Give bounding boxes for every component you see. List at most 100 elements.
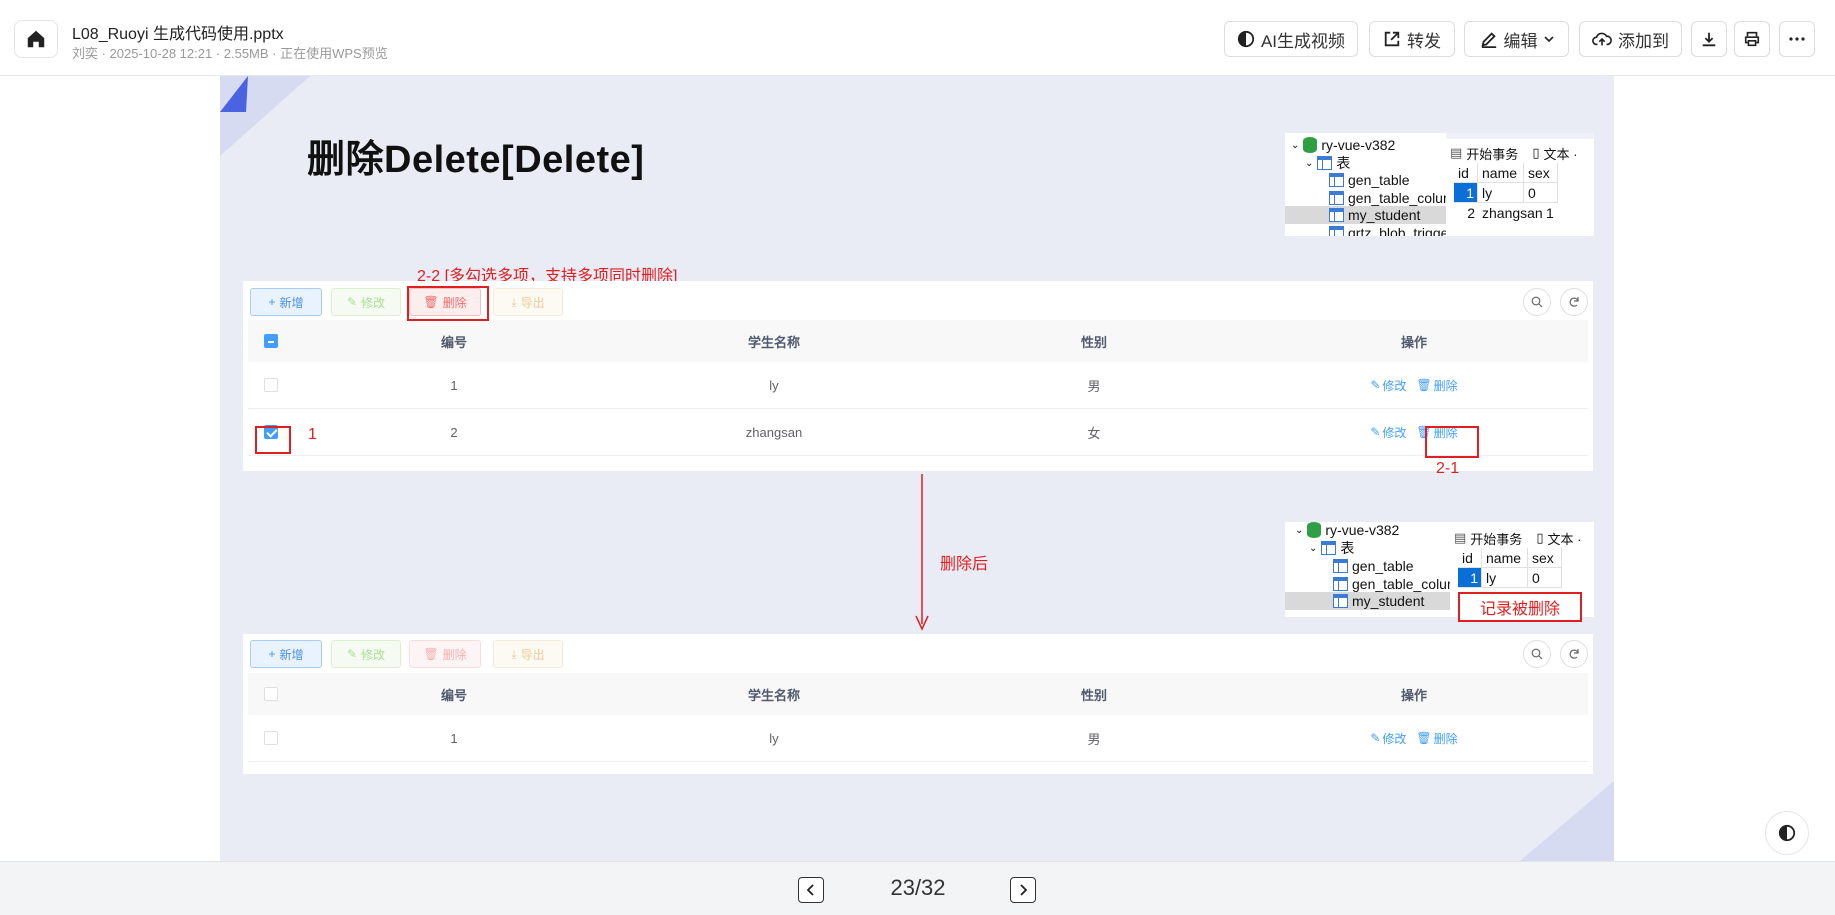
ai-video-button[interactable]: AI生成视频 xyxy=(1224,21,1358,57)
delete-label: 删除 xyxy=(442,647,467,662)
more-button[interactable] xyxy=(1779,21,1815,57)
edit-button[interactable]: ✎ 修改 xyxy=(331,288,401,316)
grid-header: sex xyxy=(1524,163,1558,183)
table-icon xyxy=(1333,577,1348,591)
document-title: L08_Ruoyi 生成代码使用.pptx xyxy=(72,26,284,43)
trash-icon: 🗑 xyxy=(1416,378,1432,392)
row-checkbox[interactable] xyxy=(264,378,278,392)
tree-table: gen_table xyxy=(1352,558,1414,574)
select-all-checkbox[interactable] xyxy=(264,334,278,348)
share-label: 转发 xyxy=(1407,31,1441,51)
cell-name: zhangsan xyxy=(745,424,803,440)
pager-bar: 23/32 xyxy=(0,861,1835,915)
corner-decoration-bottom xyxy=(1520,781,1614,861)
add-button[interactable]: + 新增 xyxy=(250,288,322,316)
database-icon xyxy=(1303,137,1318,153)
add-button[interactable]: + 新增 xyxy=(250,640,322,668)
row-edit-link[interactable]: ✎ 修改 xyxy=(1370,730,1406,747)
slide-title: 删除Delete[Delete] xyxy=(307,139,645,181)
add-to-button[interactable]: 添加到 xyxy=(1579,21,1682,57)
database-icon xyxy=(1307,522,1322,538)
chevron-down-icon xyxy=(1543,36,1554,43)
table-icon xyxy=(1333,559,1348,573)
grid-cell: 1 xyxy=(1454,183,1478,203)
cell-id: 2 xyxy=(450,424,458,440)
top-bar: L08_Ruoyi 生成代码使用.pptx 刘奕 · 2025-10-28 12… xyxy=(0,0,1835,76)
select-all-checkbox[interactable] xyxy=(264,687,278,701)
grid-header: id xyxy=(1458,548,1482,568)
edit-button[interactable]: ✎ 修改 xyxy=(331,640,401,668)
grid-cell: ly xyxy=(1478,183,1524,203)
export-label: 导出 xyxy=(520,295,545,310)
next-page-button[interactable] xyxy=(1010,877,1036,903)
grid-cell: 1 xyxy=(1546,205,1554,221)
pen-icon: ✎ xyxy=(1370,731,1381,745)
share-button[interactable]: 转发 xyxy=(1369,21,1455,57)
column-name: 学生名称 xyxy=(747,334,800,350)
table-icon xyxy=(1329,191,1344,205)
more-icon xyxy=(1789,37,1805,41)
search-icon xyxy=(1531,648,1543,660)
search-toggle-button[interactable] xyxy=(1523,288,1551,316)
row-edit-link[interactable]: ✎ 修改 xyxy=(1370,377,1406,394)
grid-cell: 2 xyxy=(1467,205,1475,221)
search-toggle-button[interactable] xyxy=(1523,640,1551,668)
plus-icon: + xyxy=(268,295,276,309)
cell-name: ly xyxy=(769,377,779,393)
add-label: 新增 xyxy=(279,647,304,662)
ai-assistant-button[interactable] xyxy=(1765,811,1809,855)
column-sex: 性别 xyxy=(1080,687,1107,703)
table-icon xyxy=(1321,541,1337,555)
folder-label: 表 xyxy=(1340,540,1355,556)
highlight-delete-button xyxy=(407,286,489,321)
grid-cell: 1 xyxy=(1458,568,1482,588)
tree-table: gen_table xyxy=(1348,172,1410,188)
cell-id: 1 xyxy=(450,730,458,746)
edit-label: 编辑 xyxy=(1503,31,1538,51)
delete-button[interactable]: 🗑 删除 xyxy=(409,640,481,668)
pen-icon: ✎ xyxy=(346,647,358,661)
plus-icon: + xyxy=(268,647,276,661)
row-delete-link[interactable]: 🗑 删除 xyxy=(1416,377,1457,394)
db-name: ry-vue-v382 xyxy=(1325,522,1400,538)
edit-button[interactable]: 编辑 xyxy=(1464,21,1569,57)
row-delete-link[interactable]: 🗑 删除 xyxy=(1416,730,1457,747)
grid-cell: 0 xyxy=(1524,183,1558,203)
pen-icon: ✎ xyxy=(1370,425,1381,439)
tree-table: my_student xyxy=(1352,593,1425,609)
grid-cell: ly xyxy=(1482,568,1528,588)
download-button[interactable] xyxy=(1691,21,1727,57)
export-button[interactable]: ⤓ 导出 xyxy=(493,288,563,316)
table-header: 编号 学生名称 性别 操作 xyxy=(248,673,1588,715)
row-checkbox[interactable] xyxy=(264,731,278,745)
refresh-button[interactable] xyxy=(1560,288,1588,316)
grid-tab: 开始事务 xyxy=(1466,146,1519,162)
export-label: 导出 xyxy=(520,647,545,662)
ai-video-label: AI生成视频 xyxy=(1260,31,1346,51)
edit-link-label: 修改 xyxy=(1382,731,1407,746)
print-button[interactable] xyxy=(1734,21,1770,57)
table-icon xyxy=(1329,208,1344,222)
row-edit-link[interactable]: ✎ 修改 xyxy=(1370,424,1406,441)
chevron-right-icon xyxy=(1020,884,1028,896)
prev-page-button[interactable] xyxy=(798,877,824,903)
trash-icon: 🗑 xyxy=(1416,731,1432,745)
export-button[interactable]: ⤓ 导出 xyxy=(493,640,563,668)
search-icon xyxy=(1531,296,1543,308)
refresh-button[interactable] xyxy=(1560,640,1588,668)
highlight-checkbox xyxy=(255,426,291,454)
down-arrow xyxy=(915,474,929,631)
grid-header: id xyxy=(1454,163,1478,183)
slide-canvas: 删除Delete[Delete] ⌄ ry-vue-v382 ⌄ 表 gen_tab… xyxy=(220,76,1614,861)
pen-icon: ✎ xyxy=(1370,378,1381,392)
cell-sex: 男 xyxy=(1087,731,1101,747)
pen-icon: ✎ xyxy=(346,295,358,309)
edit-label: 修改 xyxy=(361,295,386,310)
delete-link-label: 删除 xyxy=(1433,731,1458,746)
document-meta: 刘奕 · 2025-10-28 12:21 · 2.55MB · 正在使用WPS… xyxy=(72,46,388,61)
home-button[interactable] xyxy=(14,20,58,58)
add-label: 新增 xyxy=(279,295,304,310)
cell-sex: 男 xyxy=(1087,378,1101,394)
ui-card-after: + 新增 ✎ 修改 🗑 删除 ⤓ 导出 编号 学生名称 性别 操作 1 ly 男 ✎ 修改… xyxy=(243,634,1593,774)
tree-table: my_student xyxy=(1348,207,1421,223)
